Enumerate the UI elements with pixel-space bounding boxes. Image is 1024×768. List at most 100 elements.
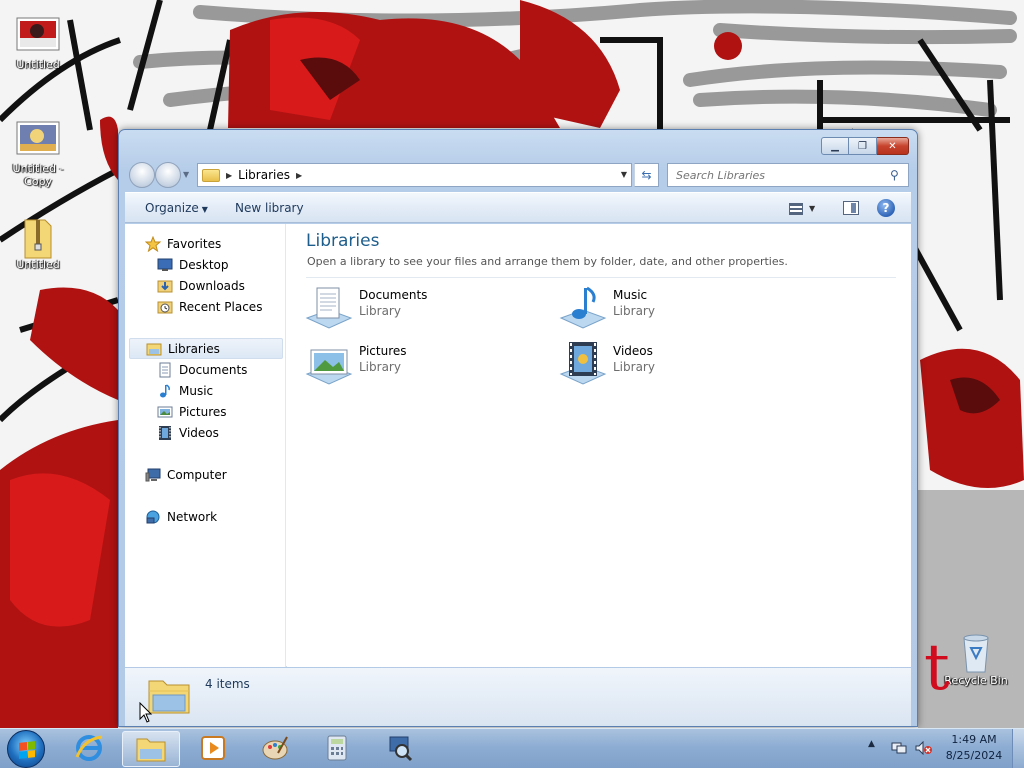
desktop-icon-untitled-zip[interactable]: Untitled: [0, 216, 76, 271]
library-tile-videos[interactable]: Videos Library: [559, 340, 789, 390]
clock-date: 8/25/2024: [945, 749, 1003, 762]
nav-item-recent-places[interactable]: Recent Places: [129, 296, 283, 317]
breadcrumb-libraries[interactable]: Libraries: [238, 168, 290, 182]
taskbar-paint[interactable]: [246, 731, 304, 767]
preview-pane-button[interactable]: [843, 201, 859, 215]
view-details-icon: [789, 202, 803, 215]
library-kind: Library: [613, 360, 655, 374]
nav-item-favorites[interactable]: Favorites: [129, 233, 283, 254]
library-kind: Library: [359, 304, 401, 318]
chevron-down-icon: ▼: [809, 204, 816, 213]
downloads-icon: [157, 278, 173, 294]
show-hidden-icons-icon[interactable]: ▲: [868, 739, 875, 749]
magnifier-icon: [384, 733, 414, 766]
nav-item-label: Libraries: [168, 341, 220, 356]
paint-palette-icon: [260, 733, 290, 766]
taskbar-magnifier[interactable]: [370, 731, 428, 767]
refresh-button[interactable]: ⇆: [634, 163, 659, 187]
media-player-icon: [198, 733, 228, 766]
nav-item-documents[interactable]: Documents: [129, 359, 283, 380]
caption-buttons: ▁ ❐ ✕: [821, 137, 909, 155]
help-button[interactable]: ?: [877, 199, 895, 217]
libraries-content: Libraries Open a library to see your fil…: [287, 224, 911, 667]
clock-time: 1:49 AM: [951, 733, 997, 746]
show-desktop-button[interactable]: [1012, 729, 1024, 768]
page-subtitle: Open a library to see your files and arr…: [307, 255, 788, 268]
library-name: Documents: [359, 288, 428, 302]
taskbar-windows-explorer[interactable]: [122, 731, 180, 767]
search-icon[interactable]: ⚲: [890, 168, 908, 182]
command-bar: Organize ▼ New library ▼ ?: [125, 192, 911, 223]
nav-item-label: Network: [167, 509, 218, 524]
chevron-down-icon: ▼: [201, 205, 208, 214]
navigation-pane[interactable]: Favorites Desktop Downloads Recent Place…: [125, 224, 286, 667]
maximize-button[interactable]: ❐: [849, 137, 877, 155]
recent-places-icon: [157, 299, 173, 315]
computer-icon: [145, 467, 161, 483]
desktop-icon-untitled-1[interactable]: Untitled: [0, 16, 76, 71]
music-icon: [157, 383, 173, 399]
page-title: Libraries: [306, 231, 380, 251]
nav-item-music[interactable]: Music: [129, 380, 283, 401]
nav-item-network[interactable]: Network: [129, 506, 283, 527]
desktop-icon-label: Untitled - Copy: [12, 162, 64, 188]
minimize-button[interactable]: ▁: [821, 137, 849, 155]
details-pane: 4 items: [125, 668, 911, 726]
pictures-icon: [157, 404, 173, 420]
taskbar-media-player[interactable]: [184, 731, 242, 767]
forward-button[interactable]: [155, 162, 181, 188]
library-tile-documents[interactable]: Documents Library: [305, 284, 535, 334]
nav-item-computer[interactable]: Computer: [129, 464, 283, 485]
nav-item-videos[interactable]: Videos: [129, 422, 283, 443]
nav-item-label: Videos: [179, 425, 219, 440]
organize-button[interactable]: Organize ▼: [145, 201, 208, 215]
help-icon: ?: [882, 201, 890, 215]
windows-logo-icon: [19, 741, 35, 759]
search-box[interactable]: ⚲: [667, 163, 909, 187]
desktop-icon: [157, 257, 173, 273]
breadcrumb-arrow-icon[interactable]: ▶: [226, 171, 232, 180]
address-bar[interactable]: ▶ Libraries ▶ ▼: [197, 163, 632, 187]
videos-library-icon: [559, 340, 607, 388]
change-view-button[interactable]: ▼: [789, 200, 825, 217]
close-button[interactable]: ✕: [877, 137, 909, 155]
nav-item-desktop[interactable]: Desktop: [129, 254, 283, 275]
documents-library-icon: [305, 284, 353, 332]
desktop-icon-untitled-copy[interactable]: Untitled - Copy: [0, 120, 76, 188]
network-icon: [145, 509, 161, 525]
start-button[interactable]: [7, 730, 45, 768]
nav-item-label: Downloads: [179, 278, 245, 293]
recent-pages-chevron-icon[interactable]: ▼: [183, 170, 189, 179]
new-library-button[interactable]: New library: [235, 201, 304, 215]
calculator-icon: [322, 733, 352, 766]
back-button[interactable]: [129, 162, 155, 188]
volume-muted-icon[interactable]: [915, 740, 932, 756]
close-icon: ✕: [888, 140, 897, 152]
library-tile-pictures[interactable]: Pictures Library: [305, 340, 535, 390]
nav-item-libraries[interactable]: Libraries: [129, 338, 283, 359]
libraries-folder-icon: [147, 673, 191, 717]
system-clock[interactable]: 1:49 AM 8/25/2024: [940, 732, 1008, 764]
address-dropdown-icon[interactable]: ▼: [621, 170, 627, 179]
breadcrumb-arrow-icon[interactable]: ▶: [296, 171, 302, 180]
library-name: Videos: [613, 344, 653, 358]
desktop-icon-label: Untitled: [16, 58, 60, 71]
library-kind: Library: [359, 360, 401, 374]
library-kind: Library: [613, 304, 655, 318]
wallpaper-letter-t: t: [924, 631, 950, 705]
nav-item-label: Pictures: [179, 404, 227, 419]
taskbar-calculator[interactable]: [308, 731, 366, 767]
taskbar-internet-explorer[interactable]: [60, 731, 118, 767]
nav-item-pictures[interactable]: Pictures: [129, 401, 283, 422]
image-file-icon: [15, 16, 61, 56]
network-status-icon[interactable]: [891, 741, 907, 755]
star-icon: [144, 235, 162, 252]
libraries-folder-icon: [202, 168, 220, 182]
nav-item-label: Computer: [167, 467, 227, 482]
music-library-icon: [559, 284, 607, 332]
nav-item-downloads[interactable]: Downloads: [129, 275, 283, 296]
explorer-window[interactable]: ▁ ❐ ✕ ▼ ▶ Libraries ▶ ▼ ⇆ ⚲ Organize▼: [118, 129, 918, 727]
search-input[interactable]: [668, 165, 890, 185]
library-name: Music: [613, 288, 648, 302]
library-tile-music[interactable]: Music Library: [559, 284, 789, 334]
